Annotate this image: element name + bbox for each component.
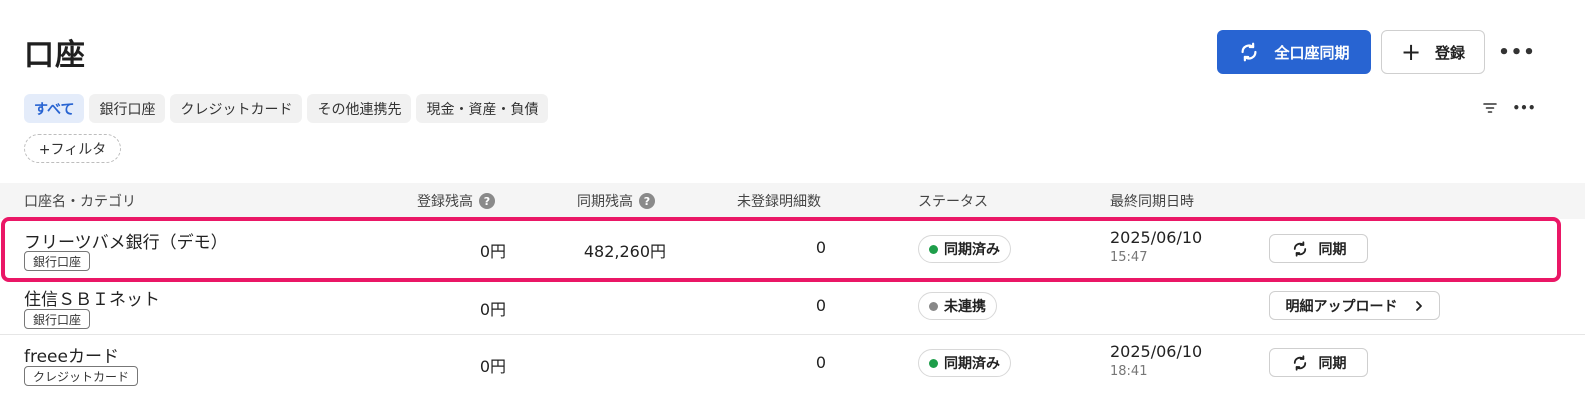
help-icon[interactable]: ? <box>479 193 495 209</box>
register-button[interactable]: + 登録 <box>1381 30 1485 74</box>
status-badge: 同期済み <box>918 235 1011 263</box>
synced-balance: 482,260円 <box>583 242 666 261</box>
column-header-name-label: 口座名・カテゴリ <box>24 194 136 210</box>
sync-button[interactable]: 同期 <box>1269 348 1368 377</box>
column-header-status: ステータス <box>918 183 988 219</box>
status-label: 同期済み <box>944 356 1000 372</box>
status-label: 未連携 <box>944 299 986 315</box>
account-name[interactable]: フリーツバメ銀行（デモ） <box>24 228 228 253</box>
last-sync-time: 18:41 <box>1110 364 1148 379</box>
last-sync-date: 2025/06/10 <box>1110 228 1203 247</box>
column-header-status-label: ステータス <box>918 194 988 210</box>
status-dot-icon <box>929 244 938 254</box>
statement-upload-button[interactable]: 明細アップロード <box>1269 291 1440 320</box>
help-icon[interactable]: ? <box>639 193 655 209</box>
column-header-registered-balance: 登録残高 ? <box>417 183 495 219</box>
status-badge: 同期済み <box>918 349 1011 377</box>
status-dot-icon <box>929 358 938 368</box>
plus-icon: + <box>1400 38 1422 66</box>
column-header-synced-balance-label: 同期残高 <box>577 194 633 210</box>
status-badge: 未連携 <box>918 292 997 320</box>
column-header-unregistered-count: 未登録明細数 <box>737 183 821 219</box>
sync-icon <box>1293 240 1306 257</box>
chip-other-connections[interactable]: その他連携先 <box>307 94 412 123</box>
column-header-last-sync: 最終同期日時 <box>1110 183 1194 219</box>
category-filter-chips: すべて 銀行口座 クレジットカード その他連携先 現金・資産・負債 <box>24 94 549 123</box>
unregistered-count: 0 <box>815 296 826 315</box>
unregistered-count: 0 <box>815 238 826 257</box>
column-header-name: 口座名・カテゴリ <box>24 183 136 219</box>
last-sync-date: 2025/06/10 <box>1110 342 1203 361</box>
add-filter-button[interactable]: +フィルタ <box>24 134 121 163</box>
sync-button-label: 同期 <box>1318 355 1347 372</box>
sync-icon <box>1241 42 1258 62</box>
account-name[interactable]: freeeカード <box>24 342 119 367</box>
status-label: 同期済み <box>944 242 1000 258</box>
status-dot-icon <box>929 301 938 311</box>
table-row[interactable]: freeeカード クレジットカード 0円 0 同期済み 2025/06/10 1… <box>0 336 1585 393</box>
chip-bank[interactable]: 銀行口座 <box>89 94 166 123</box>
sync-all-button[interactable]: 全口座同期 <box>1217 30 1371 74</box>
chevron-right-icon <box>1415 300 1422 311</box>
registered-balance: 0円 <box>479 357 506 376</box>
chip-all[interactable]: すべて <box>24 94 85 123</box>
category-badge: 銀行口座 <box>24 309 91 329</box>
more-options-icon[interactable]: ••• <box>1498 38 1535 66</box>
column-header-registered-balance-label: 登録残高 <box>417 194 473 210</box>
last-sync-time: 15:47 <box>1110 250 1148 265</box>
table-header: 口座名・カテゴリ 登録残高 ? 同期残高 ? 未登録明細数 ステータス 最終同期… <box>0 183 1585 219</box>
sync-button[interactable]: 同期 <box>1269 234 1368 263</box>
registered-balance: 0円 <box>479 242 506 261</box>
category-badge: クレジットカード <box>24 366 139 386</box>
column-header-unregistered-count-label: 未登録明細数 <box>737 194 821 210</box>
unregistered-count: 0 <box>815 353 826 372</box>
table-row[interactable]: フリーツバメ銀行（デモ） 銀行口座 0円 482,260円 0 同期済み 202… <box>0 220 1585 277</box>
category-badge: 銀行口座 <box>24 251 91 271</box>
account-name[interactable]: 住信ＳＢＩネット <box>24 285 160 310</box>
table-row[interactable]: 住信ＳＢＩネット 銀行口座 0円 0 未連携 明細アップロード <box>0 278 1585 335</box>
filter-icon[interactable] <box>1482 100 1498 116</box>
list-more-options-icon[interactable]: ••• <box>1513 100 1536 116</box>
sync-icon <box>1293 354 1306 371</box>
statement-upload-label: 明細アップロード <box>1285 298 1398 315</box>
column-header-synced-balance: 同期残高 ? <box>577 183 655 219</box>
chip-cash-assets-liabilities[interactable]: 現金・資産・負債 <box>416 94 549 123</box>
chip-credit-card[interactable]: クレジットカード <box>170 94 303 123</box>
page-title: 口座 <box>24 38 86 73</box>
sync-button-label: 同期 <box>1318 241 1347 258</box>
sync-all-label: 全口座同期 <box>1274 43 1350 62</box>
column-header-last-sync-label: 最終同期日時 <box>1110 194 1194 210</box>
registered-balance: 0円 <box>479 300 506 319</box>
register-label: 登録 <box>1435 43 1466 62</box>
